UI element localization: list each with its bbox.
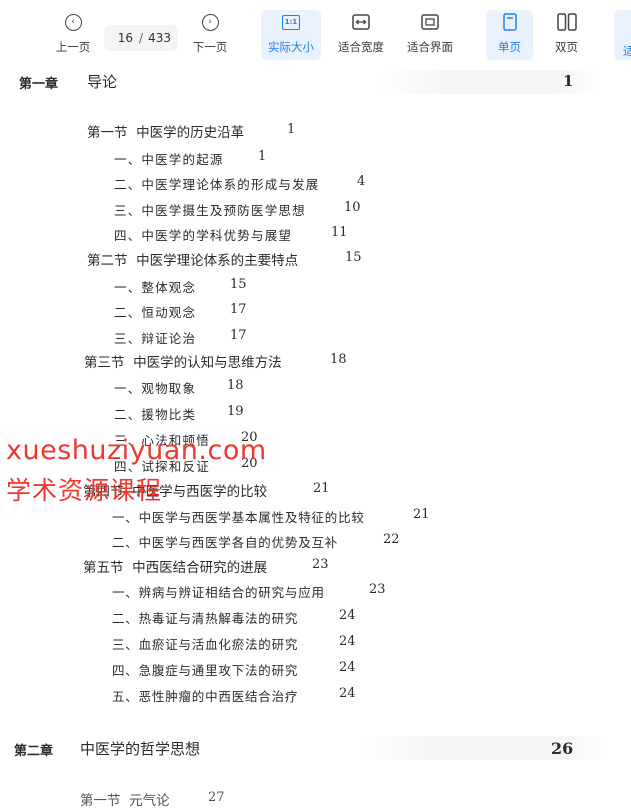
section-1-2[interactable]: 第二节 中医学理论体系的主要特点 <box>87 249 298 269</box>
section-1-1[interactable]: 第一节 中医学的历史沿革 <box>87 121 244 141</box>
viewer-toolbar: ‹ 上一页 / 433 › 下一页 1:1 实际大小 适合宽度 <box>0 0 631 68</box>
single-page-icon <box>502 13 517 31</box>
section-1-3[interactable]: 第三节 中医学的认知与思维方法 <box>84 351 282 371</box>
toc-item[interactable]: 四、中医学的学科优势与展望 <box>114 225 292 244</box>
toc-item-page: 4 <box>357 174 366 189</box>
section-title: 中医学的认知与思维方法 <box>133 355 282 371</box>
section-page-number: 21 <box>313 481 330 496</box>
toc-item[interactable]: 一、中医学与西医学基本属性及特征的比较 <box>112 507 365 526</box>
toc-item[interactable]: 二、恒动观念 <box>114 302 196 321</box>
section-page-number: 27 <box>208 790 225 805</box>
toc-item[interactable]: 三、血瘀证与活血化瘀法的研究 <box>112 634 298 653</box>
toc-item-page: 15 <box>230 277 247 292</box>
toc-item-page: 24 <box>339 634 356 649</box>
next-page-label: 下一页 <box>192 40 228 54</box>
toc-item[interactable]: 一、整体观念 <box>114 277 196 296</box>
section-label: 第一节 <box>87 125 128 141</box>
section-label: 第二节 <box>87 253 128 269</box>
section-page-number: 15 <box>345 250 362 265</box>
toc-item-page: 24 <box>339 660 356 675</box>
toc-item[interactable]: 四、急腹症与通里攻下法的研究 <box>112 660 298 679</box>
chapter-1-page: 1 <box>563 72 574 90</box>
section-title: 中西医结合研究的进展 <box>132 560 268 576</box>
chapter-1-label: 第一章 <box>19 77 59 92</box>
document-page: 第一章 导论 1 第一节 中医学的历史沿革 1 一、中医学的起源 1 二、中医学… <box>0 67 631 809</box>
toc-item-page: 23 <box>369 582 386 597</box>
section-1-5[interactable]: 第五节 中西医结合研究的进展 <box>83 556 267 576</box>
double-page-button[interactable]: 双页 <box>543 10 590 60</box>
section-label: 第一节 <box>80 793 121 809</box>
actual-size-icon: 1:1 <box>282 14 300 30</box>
toc-item[interactable]: 一、观物取象 <box>114 378 196 397</box>
fit-width-icon <box>352 14 370 30</box>
toc-item-page: 11 <box>331 225 348 240</box>
chapter-2-title: 中医学的哲学思想 <box>80 740 201 758</box>
toc-item[interactable]: 五、恶性肿瘤的中西医结合治疗 <box>112 686 298 705</box>
next-page-button[interactable]: › 下一页 <box>188 10 232 60</box>
toc-item-page: 21 <box>413 507 430 522</box>
chevron-right-icon: › <box>201 13 219 31</box>
fit-page-button[interactable]: 适合界面 <box>400 10 460 60</box>
actual-size-button[interactable]: 1:1 实际大小 <box>261 10 321 60</box>
toc-item-page: 17 <box>230 302 247 317</box>
single-page-label: 单页 <box>498 40 521 54</box>
toc-item-page: 22 <box>383 532 400 547</box>
single-page-button[interactable]: 单页 <box>486 10 533 60</box>
toc-item-page: 24 <box>339 686 356 701</box>
total-pages: 433 <box>148 31 171 45</box>
toc-item-page: 10 <box>344 200 361 215</box>
toc-item[interactable]: 三、辩证论治 <box>114 328 196 347</box>
section-page-number: 23 <box>312 557 329 572</box>
chevron-left-icon: ‹ <box>64 13 82 31</box>
toc-item-page: 24 <box>339 608 356 623</box>
toc-item[interactable]: 一、辨病与辨证相结合的研究与应用 <box>112 582 325 601</box>
toc-item-page: 19 <box>227 404 244 419</box>
watermark-text: 学术资源课程 <box>6 476 163 505</box>
toc-item[interactable]: 一、中医学的起源 <box>114 149 224 168</box>
chapter-2-page: 26 <box>551 739 574 758</box>
fit-width-button[interactable]: 适合宽度 <box>331 10 391 60</box>
prev-page-label: 上一页 <box>55 40 91 54</box>
toc-item[interactable]: 二、援物比类 <box>114 404 196 423</box>
toc-item[interactable]: 二、中医学与西医学各自的优势及互补 <box>112 532 338 551</box>
toc-item-page: 18 <box>227 378 244 393</box>
chapter-2-label: 第二章 <box>14 744 54 759</box>
double-page-label: 双页 <box>555 40 578 54</box>
prev-page-button[interactable]: ‹ 上一页 <box>51 10 95 60</box>
section-page-number: 18 <box>330 352 347 367</box>
section-title: 元气论 <box>129 793 170 809</box>
fit-page-icon <box>421 14 439 30</box>
current-page-input[interactable] <box>111 31 134 45</box>
section-page-number: 1 <box>287 122 296 137</box>
continuous-scroll-button[interactable]: 适 <box>614 10 631 60</box>
page-indicator: / 433 <box>104 25 178 51</box>
section-title: 中医学的历史沿革 <box>136 125 245 141</box>
toc-item-page: 17 <box>230 328 247 343</box>
section-2-1[interactable]: 第一节 元气论 <box>80 789 170 809</box>
double-page-icon <box>556 13 577 31</box>
chapter-1-title: 导论 <box>87 73 118 91</box>
section-label: 第五节 <box>83 560 124 576</box>
toc-item[interactable]: 三、中医学摄生及预防医学思想 <box>114 200 306 219</box>
page-separator: / <box>139 31 144 45</box>
edge-button-label: 适 <box>623 44 631 58</box>
section-label: 第三节 <box>84 355 125 371</box>
toc-item[interactable]: 二、中医学理论体系的形成与发展 <box>114 174 320 193</box>
section-title: 中医学理论体系的主要特点 <box>136 253 299 269</box>
fit-width-label: 适合宽度 <box>338 40 384 54</box>
watermark-url: xueshuziyuan.com <box>6 435 267 466</box>
toc-item-page: 1 <box>258 149 267 164</box>
toc-item[interactable]: 二、热毒证与清热解毒法的研究 <box>112 608 298 627</box>
actual-size-label: 实际大小 <box>268 40 314 54</box>
fit-page-label: 适合界面 <box>407 40 453 54</box>
